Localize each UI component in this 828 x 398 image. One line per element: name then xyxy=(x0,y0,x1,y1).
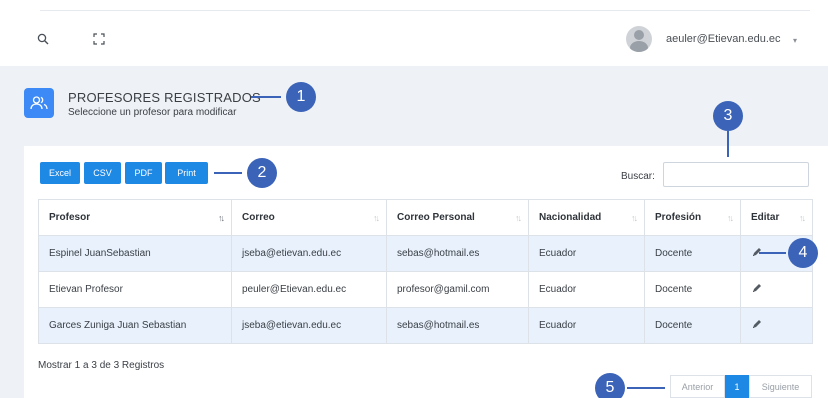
column-header-nacionalidad[interactable]: Nacionalidad ↑↓ xyxy=(528,199,645,236)
callout-arrow xyxy=(627,387,665,389)
column-header-profesion[interactable]: Profesión ↑↓ xyxy=(644,199,741,236)
column-header-editar[interactable]: Editar ↑↓ xyxy=(740,199,813,236)
cell-profesion: Docente xyxy=(644,271,741,308)
table-row[interactable]: Etievan Profesor peuler@Etievan.edu.ec p… xyxy=(38,271,813,308)
table-header-row: Profesor ↑↓ Correo ↑↓ Correo Personal ↑↓ Na… xyxy=(38,199,813,236)
pagination-previous[interactable]: Anterior xyxy=(670,375,725,398)
print-button[interactable]: Print xyxy=(165,162,208,184)
search-label: Buscar: xyxy=(621,171,655,182)
callout-marker: 5 xyxy=(595,373,625,398)
table-row[interactable]: Espinel JuanSebastian jseba@etievan.edu.… xyxy=(38,235,813,272)
callout-arrow xyxy=(251,96,281,98)
cell-correo-personal: sebas@hotmail.es xyxy=(386,307,529,344)
page-subtitle: Seleccione un profesor para modificar xyxy=(68,107,237,118)
fullscreen-icon[interactable] xyxy=(93,32,107,46)
sort-icon[interactable]: ↑↓ xyxy=(373,213,380,223)
callout-arrow xyxy=(727,131,729,157)
avatar[interactable] xyxy=(626,26,652,52)
records-info: Mostrar 1 a 3 de 3 Registros xyxy=(38,360,165,371)
cell-correo-personal: sebas@hotmail.es xyxy=(386,235,529,272)
column-header-correo-personal[interactable]: Correo Personal ↑↓ xyxy=(386,199,529,236)
sort-icon[interactable]: ↑↓ xyxy=(799,213,806,223)
pagination-next[interactable]: Siguiente xyxy=(749,375,812,398)
user-email[interactable]: aeuler@Etievan.edu.ec xyxy=(666,33,781,45)
sort-icon[interactable]: ↑↓ xyxy=(218,213,225,223)
chevron-down-icon[interactable]: ▾ xyxy=(793,36,797,45)
cell-nacionalidad: Ecuador xyxy=(528,307,645,344)
sort-icon[interactable]: ↑↓ xyxy=(631,213,638,223)
cell-correo-personal: profesor@gamil.com xyxy=(386,271,529,308)
cell-editar xyxy=(740,307,813,344)
cell-profesor: Espinel JuanSebastian xyxy=(38,235,232,272)
callout-marker: 4 xyxy=(788,238,818,268)
cell-profesor: Garces Zuniga Juan Sebastian xyxy=(38,307,232,344)
callout-arrow xyxy=(759,252,786,254)
callout-marker: 1 xyxy=(286,82,316,112)
cell-profesor: Etievan Profesor xyxy=(38,271,232,308)
column-header-profesor[interactable]: Profesor ↑↓ xyxy=(38,199,232,236)
sort-icon[interactable]: ↑↓ xyxy=(515,213,522,223)
sort-icon[interactable]: ↑↓ xyxy=(727,213,734,223)
page-title: PROFESORES REGISTRADOS xyxy=(68,90,261,105)
pencil-icon[interactable] xyxy=(751,318,763,330)
professors-table: Profesor ↑↓ Correo ↑↓ Correo Personal ↑↓ Na… xyxy=(38,199,813,344)
pencil-icon[interactable] xyxy=(751,282,763,294)
callout-arrow xyxy=(214,172,242,174)
cell-editar xyxy=(740,271,813,308)
cell-correo: jseba@etievan.edu.ec xyxy=(231,307,387,344)
callout-marker: 3 xyxy=(713,101,743,131)
pdf-button[interactable]: PDF xyxy=(125,162,162,184)
users-icon xyxy=(24,88,54,118)
cell-profesion: Docente xyxy=(644,235,741,272)
cell-profesion: Docente xyxy=(644,307,741,344)
callout-marker: 2 xyxy=(247,158,277,188)
cell-correo: peuler@Etievan.edu.ec xyxy=(231,271,387,308)
cell-nacionalidad: Ecuador xyxy=(528,235,645,272)
excel-button[interactable]: Excel xyxy=(40,162,80,184)
pagination-page-1[interactable]: 1 xyxy=(725,375,749,398)
top-bar: aeuler@Etievan.edu.ec ▾ xyxy=(0,0,828,66)
column-header-correo[interactable]: Correo ↑↓ xyxy=(231,199,387,236)
csv-button[interactable]: CSV xyxy=(84,162,121,184)
cell-correo: jseba@etievan.edu.ec xyxy=(231,235,387,272)
topbar-divider xyxy=(40,10,810,11)
cell-nacionalidad: Ecuador xyxy=(528,271,645,308)
search-icon[interactable] xyxy=(37,32,51,46)
search-input[interactable] xyxy=(663,162,809,187)
table-row[interactable]: Garces Zuniga Juan Sebastian jseba@etiev… xyxy=(38,307,813,344)
